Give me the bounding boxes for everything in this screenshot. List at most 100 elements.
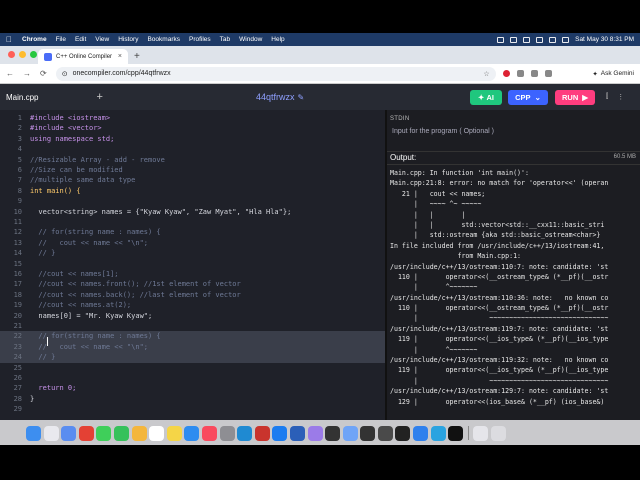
- menu-file[interactable]: File: [56, 36, 66, 43]
- code-line[interactable]: 1 #include <iostream>: [0, 113, 385, 123]
- chatgpt-icon[interactable]: [448, 425, 464, 441]
- facetime-icon[interactable]: [113, 425, 129, 441]
- code-line[interactable]: 28}: [0, 394, 385, 404]
- back-arrow-icon[interactable]: ←: [6, 69, 14, 78]
- code-line[interactable]: 2 #include <vector>: [0, 123, 385, 133]
- apple-icon[interactable]: : [6, 35, 14, 44]
- code-line[interactable]: 27 return 0;: [0, 383, 385, 393]
- edit-pencil-icon[interactable]: ✎: [298, 93, 305, 102]
- run-button[interactable]: RUN ▶: [555, 90, 595, 105]
- preview-icon[interactable]: [342, 425, 358, 441]
- tray-icon[interactable]: [510, 36, 518, 43]
- screen-icon[interactable]: [377, 425, 393, 441]
- close-tab-icon[interactable]: ×: [118, 53, 122, 60]
- code-line[interactable]: 25: [0, 363, 385, 373]
- finder-icon[interactable]: [26, 425, 41, 441]
- site-info-icon[interactable]: ⊙: [62, 70, 68, 78]
- menu-edit[interactable]: Edit: [75, 36, 86, 43]
- language-select[interactable]: CPP ⌄: [508, 90, 548, 105]
- new-tab-button[interactable]: +: [134, 51, 140, 62]
- menu-help[interactable]: Help: [271, 36, 284, 43]
- dark-app-icon[interactable]: [325, 425, 341, 441]
- zoom-icon[interactable]: [307, 425, 323, 441]
- settings-icon[interactable]: [219, 425, 235, 441]
- code-line[interactable]: 4: [0, 144, 385, 154]
- extension-icon[interactable]: [502, 70, 510, 77]
- camera-icon[interactable]: [360, 425, 376, 441]
- code-line[interactable]: 7 //multiple same data type: [0, 175, 385, 185]
- menu-view[interactable]: View: [95, 36, 109, 43]
- folder-icon[interactable]: [473, 425, 489, 441]
- code-line[interactable]: 26: [0, 373, 385, 383]
- code-line[interactable]: 22 // for(string name : names) {: [0, 331, 385, 342]
- code-line[interactable]: 21: [0, 321, 385, 331]
- code-line[interactable]: 13 // cout << name << "\n";: [0, 238, 385, 248]
- browser-tab[interactable]: C++ Online Compiler ×: [38, 49, 128, 64]
- menu-bookmarks[interactable]: Bookmarks: [147, 36, 180, 43]
- profile-avatar-icon[interactable]: [544, 70, 552, 77]
- code-line[interactable]: 20 names[0] = "Mr. Kyaw Kyaw";: [0, 311, 385, 321]
- terminal-icon[interactable]: [395, 425, 411, 441]
- extensions-puzzle-icon[interactable]: [530, 70, 538, 77]
- split-view-icon[interactable]: ⫿: [606, 93, 608, 101]
- code-line[interactable]: 6 //Size can be modified: [0, 165, 385, 175]
- code-line[interactable]: 23 // cout << name << "\n";: [0, 341, 385, 353]
- close-window-button[interactable]: [8, 51, 15, 58]
- ask-gemini-button[interactable]: ✦ Ask Gemini: [592, 70, 634, 78]
- code-line[interactable]: 15: [0, 259, 385, 269]
- menu-icon[interactable]: ⋮: [617, 93, 624, 101]
- code-line[interactable]: 10 vector<string> names = {"Kyaw Kyaw", …: [0, 207, 385, 217]
- url-omnibox[interactable]: ⊙ onecompiler.com/cpp/44qtfrwzx ☆: [55, 66, 496, 81]
- photos-icon[interactable]: [131, 425, 147, 441]
- code-line[interactable]: 18 //cout << names.back(); //last elemen…: [0, 290, 385, 300]
- url-text[interactable]: onecompiler.com/cpp/44qtfrwzx: [73, 70, 171, 77]
- code-line[interactable]: 24 // }: [0, 352, 385, 363]
- minimize-window-button[interactable]: [19, 51, 26, 58]
- notes-icon[interactable]: [166, 425, 182, 441]
- maximize-window-button[interactable]: [30, 51, 37, 58]
- menu-window[interactable]: Window: [239, 36, 262, 43]
- code-editor[interactable]: 1 #include <iostream> 2 #include <vector> 3 u…: [0, 110, 385, 420]
- code-line[interactable]: 16 //cout << names[1];: [0, 269, 385, 279]
- ai-button[interactable]: ✦ AI: [470, 90, 502, 105]
- battery-icon[interactable]: [523, 36, 531, 43]
- code-line[interactable]: 11: [0, 217, 385, 227]
- chrome-icon[interactable]: [78, 425, 94, 441]
- music-icon[interactable]: [201, 425, 217, 441]
- add-file-button[interactable]: +: [96, 91, 102, 103]
- code-line[interactable]: 8 int main() {: [0, 186, 385, 196]
- tray-icon[interactable]: [497, 36, 505, 43]
- messages-icon[interactable]: [96, 425, 112, 441]
- code-line[interactable]: 17 //cout << names.front(); //1st elemen…: [0, 279, 385, 289]
- control-center-icon[interactable]: [562, 36, 570, 43]
- wifi-icon[interactable]: [536, 36, 544, 43]
- launchpad-icon[interactable]: [43, 425, 59, 441]
- xcode-icon[interactable]: [272, 425, 288, 441]
- terminal-red-icon[interactable]: [254, 425, 270, 441]
- forward-arrow-icon[interactable]: →: [23, 69, 31, 78]
- vscode-icon[interactable]: [237, 425, 253, 441]
- trash-icon[interactable]: [491, 425, 507, 441]
- code-line[interactable]: 19 //cout << names.at(2);: [0, 300, 385, 310]
- project-name[interactable]: 44qtfrwzx ✎: [256, 92, 304, 102]
- app-store-icon[interactable]: [184, 425, 200, 441]
- calendar-icon[interactable]: [149, 425, 165, 441]
- extension-icon[interactable]: [516, 70, 524, 77]
- search-icon[interactable]: [549, 36, 557, 43]
- menu-history[interactable]: History: [118, 36, 138, 43]
- code-line[interactable]: 9: [0, 196, 385, 206]
- calendar-grid-icon[interactable]: [61, 425, 77, 441]
- reload-icon[interactable]: ⟳: [40, 69, 47, 78]
- code-line[interactable]: 3 using namespace std;: [0, 134, 385, 144]
- code-line[interactable]: 12 // for(string name : names) {: [0, 227, 385, 237]
- telegram-icon[interactable]: [430, 425, 446, 441]
- code-line[interactable]: 14 // }: [0, 248, 385, 258]
- code-line[interactable]: 29: [0, 404, 385, 414]
- code-line[interactable]: 5 //Resizable Array - add - remove: [0, 155, 385, 165]
- menubar-clock[interactable]: Sat May 30 8:31 PM: [575, 36, 634, 43]
- word-icon[interactable]: [289, 425, 305, 441]
- file-tab-main-cpp[interactable]: Main.cpp: [6, 93, 38, 102]
- menu-app-name[interactable]: Chrome: [22, 36, 47, 43]
- menu-profiles[interactable]: Profiles: [189, 36, 211, 43]
- bookmark-star-icon[interactable]: ☆: [483, 70, 489, 78]
